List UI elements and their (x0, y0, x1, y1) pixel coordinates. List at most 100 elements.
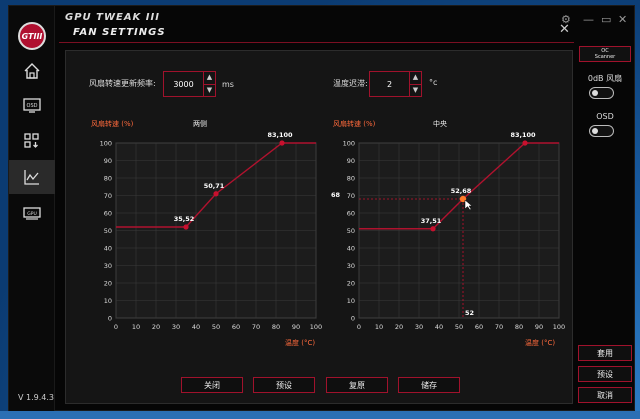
curve-point[interactable] (183, 224, 189, 230)
point-label: 52,68 (451, 187, 472, 195)
curve-point[interactable] (522, 140, 528, 146)
y-tick-label: 60 (104, 210, 112, 218)
x-tick-label: 10 (132, 323, 140, 331)
y-tick-label: 40 (347, 245, 355, 253)
oc-scanner-button[interactable]: OC Scanner (579, 46, 631, 62)
nav-osd[interactable]: OSD (9, 88, 55, 122)
x-tick-label: 0 (114, 323, 118, 331)
y-tick-label: 30 (104, 262, 112, 270)
curve-point[interactable] (279, 140, 285, 146)
y-tick-label: 80 (347, 175, 355, 183)
x-tick-label: 20 (152, 323, 160, 331)
crosshair-y-label: 68 (331, 191, 341, 199)
x-tick-label: 0 (357, 323, 361, 331)
title-bar: GPU TWEAK III FAN SETTINGS ✕ (9, 6, 634, 46)
save-button[interactable]: 储存 (398, 377, 460, 393)
x-tick-label: 90 (292, 323, 300, 331)
preset-button[interactable]: 预设 (253, 377, 315, 393)
cancel-button[interactable]: 取消 (578, 387, 632, 403)
y-tick-label: 0 (108, 315, 112, 323)
gear-icon[interactable]: ⚙ (561, 13, 571, 26)
curve-point[interactable] (430, 226, 436, 232)
x-tick-label: 70 (495, 323, 503, 331)
y-tick-label: 30 (347, 262, 355, 270)
apply-button[interactable]: 套用 (578, 345, 632, 361)
decrement-icon[interactable]: ▼ (204, 85, 215, 97)
increment-icon[interactable]: ▲ (410, 72, 421, 85)
chart-ylabel: 风扇转速 (%) (333, 120, 376, 128)
x-tick-label: 20 (395, 323, 403, 331)
restore-button[interactable]: 复原 (326, 377, 388, 393)
chart-xlabel: 温度 (°C) (285, 339, 316, 347)
curve-point[interactable] (213, 191, 219, 197)
osd-icon: OSD (23, 98, 41, 113)
y-tick-label: 10 (347, 297, 355, 305)
monitor-icon (24, 170, 39, 185)
title-divider (59, 42, 574, 43)
x-tick-label: 100 (553, 323, 565, 331)
x-tick-label: 30 (415, 323, 423, 331)
y-tick-label: 70 (347, 192, 355, 200)
y-tick-label: 90 (104, 157, 112, 165)
x-tick-label: 40 (435, 323, 443, 331)
x-tick-label: 50 (455, 323, 463, 331)
refresh-rate-stepper[interactable]: 3000 ▲ ▼ (163, 71, 216, 97)
crosshair-x-label: 52 (465, 309, 474, 317)
version-label: V 1.9.4.3 (18, 393, 55, 402)
fan-curve-chart-side[interactable]: 0 10 20 30 40 50 60 70 80 90 100 0 10 20 30 40 50 60 70 80 9… (84, 131, 323, 331)
decrement-icon[interactable]: ▼ (410, 85, 421, 97)
chart-xlabel: 温度 (°C) (525, 339, 556, 347)
y-tick-label: 60 (347, 210, 355, 218)
increment-icon[interactable]: ▲ (204, 72, 215, 85)
y-tick-label: 50 (104, 227, 112, 235)
hysteresis-label: 温度迟滞: (333, 79, 368, 88)
zero-db-label: 0dB 风扇 (587, 74, 623, 83)
nav-apps[interactable] (9, 124, 55, 158)
svg-text:GPU: GPU (27, 211, 37, 217)
hysteresis-spin: ▲ ▼ (409, 72, 421, 96)
sidebar: GTIII OSD GPU V 1.9.4.3 (9, 6, 55, 412)
oc-scanner-sublabel: Scanner (594, 54, 616, 60)
x-tick-label: 10 (375, 323, 383, 331)
x-tick-label: 90 (535, 323, 543, 331)
refresh-rate-unit: ms (222, 80, 234, 89)
osd-toggle[interactable] (589, 125, 614, 137)
x-tick-label: 100 (310, 323, 322, 331)
point-label: 37,51 (421, 217, 442, 225)
y-tick-label: 20 (104, 280, 112, 288)
nav-home[interactable] (9, 54, 55, 88)
refresh-rate-label: 风扇转速更新频率: (89, 79, 156, 88)
right-preset-button[interactable]: 预设 (578, 366, 632, 382)
chart-title: 两侧 (193, 120, 207, 128)
hysteresis-unit: °c (429, 78, 438, 87)
x-tick-label: 70 (252, 323, 260, 331)
nav-gpu[interactable]: GPU (9, 196, 55, 230)
x-tick-label: 50 (212, 323, 220, 331)
hysteresis-value[interactable]: 2 (370, 80, 409, 89)
y-tick-label: 20 (347, 280, 355, 288)
osd-label: OSD (596, 112, 614, 121)
y-tick-label: 80 (104, 175, 112, 183)
y-tick-label: 10 (104, 297, 112, 305)
apps-icon (24, 133, 39, 148)
y-tick-label: 40 (104, 245, 112, 253)
gpu-icon: GPU (23, 207, 41, 220)
y-tick-label: 70 (104, 192, 112, 200)
y-tick-label: 0 (351, 315, 355, 323)
fan-curve-chart-center[interactable]: 0 10 20 30 40 50 60 70 80 90 100 0 10 20 30 40 50 60 70 80 9… (327, 131, 565, 331)
page-title: FAN SETTINGS (73, 27, 166, 38)
nav-monitor[interactable] (9, 160, 55, 194)
close-button[interactable]: 关闭 (181, 377, 243, 393)
y-tick-label: 90 (347, 157, 355, 165)
point-label: 50,71 (204, 182, 225, 190)
zero-db-toggle[interactable] (589, 87, 614, 99)
y-tick-label: 100 (343, 140, 355, 148)
chart-title: 中央 (433, 120, 447, 128)
hysteresis-stepper[interactable]: 2 ▲ ▼ (369, 71, 422, 97)
chart-ylabel: 风扇转速 (%) (91, 120, 134, 128)
point-label: 35,52 (174, 215, 195, 223)
refresh-rate-value[interactable]: 3000 (164, 80, 203, 89)
y-tick-label: 100 (100, 140, 112, 148)
right-panel: OC Scanner 0dB 风扇 OSD 套用 预设 取消 (574, 6, 636, 412)
taskbar (0, 411, 640, 419)
